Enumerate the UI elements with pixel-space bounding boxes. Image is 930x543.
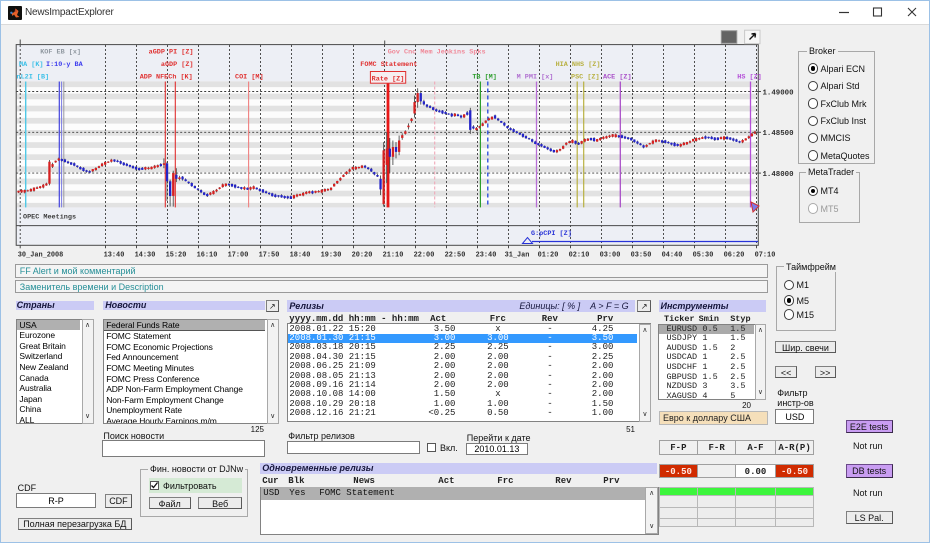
svg-text:17:50: 17:50	[259, 252, 280, 260]
svg-text:14:30: 14:30	[135, 252, 156, 260]
svg-text:03:50: 03:50	[631, 252, 652, 260]
svg-text:01:20: 01:20	[538, 252, 559, 260]
svg-text:22:00: 22:00	[414, 252, 435, 260]
svg-text:30_Jan_2008: 30_Jan_2008	[18, 252, 64, 260]
svg-text:17:00: 17:00	[228, 252, 249, 260]
svg-text:07:10: 07:10	[755, 252, 776, 260]
svg-text:19:30: 19:30	[321, 252, 342, 260]
svg-text:13:40: 13:40	[104, 252, 125, 260]
svg-text:15:20: 15:20	[166, 252, 187, 260]
svg-text:I:10-y BA: I:10-y BA	[46, 61, 84, 69]
svg-text:20:20: 20:20	[352, 252, 373, 260]
svg-text:ADP NFECh [K]: ADP NFECh [K]	[140, 74, 193, 82]
svg-text:COI [M]: COI [M]	[235, 74, 264, 82]
svg-text:05:30: 05:30	[693, 252, 714, 260]
svg-text:16:10: 16:10	[197, 252, 218, 260]
svg-text:1.48000: 1.48000	[763, 171, 795, 179]
svg-text:aGDP [Z]: aGDP [Z]	[161, 61, 194, 69]
svg-text:aGDP PI [Z]: aGDP PI [Z]	[149, 49, 194, 57]
svg-text:ACE [Z]: ACE [Z]	[603, 74, 632, 82]
svg-text:FOMC Statement: FOMC Statement	[360, 61, 417, 69]
svg-text:Rate [Z]: Rate [Z]	[372, 75, 405, 83]
svg-text:03:00: 03:00	[600, 252, 621, 260]
svg-text:G:pCPI [Z]: G:pCPI [Z]	[531, 230, 572, 238]
svg-text:18:40: 18:40	[290, 252, 311, 260]
svg-text:nL2I [B]: nL2I [B]	[17, 74, 50, 82]
svg-text:Gov Cnc Mem Jenkins Spks: Gov Cnc Mem Jenkins Spks	[388, 49, 486, 57]
svg-text:KOF EB [x]: KOF EB [x]	[40, 49, 81, 57]
svg-text:HIA NHS [Z]: HIA NHS [Z]	[556, 61, 601, 69]
svg-text:1.49000: 1.49000	[763, 89, 795, 97]
svg-text:HS [Z]: HS [Z]	[737, 74, 761, 82]
svg-text:31_Jan: 31_Jan	[505, 252, 530, 260]
svg-text:06:20: 06:20	[724, 252, 745, 260]
svg-text:TB [M]: TB [M]	[472, 74, 496, 82]
svg-text:22:50: 22:50	[445, 252, 466, 260]
svg-text:M PMI [x]: M PMI [x]	[517, 74, 554, 82]
svg-text:PSC [Z]: PSC [Z]	[571, 74, 600, 82]
svg-text:1.48500: 1.48500	[763, 130, 795, 138]
svg-text:23:40: 23:40	[476, 252, 497, 260]
svg-text:21:10: 21:10	[383, 252, 404, 260]
svg-text:04:40: 04:40	[662, 252, 683, 260]
svg-text:02:10: 02:10	[569, 252, 590, 260]
svg-text:MA [K]: MA [K]	[19, 61, 43, 69]
svg-text:OPEC Meetings: OPEC Meetings	[23, 214, 76, 222]
